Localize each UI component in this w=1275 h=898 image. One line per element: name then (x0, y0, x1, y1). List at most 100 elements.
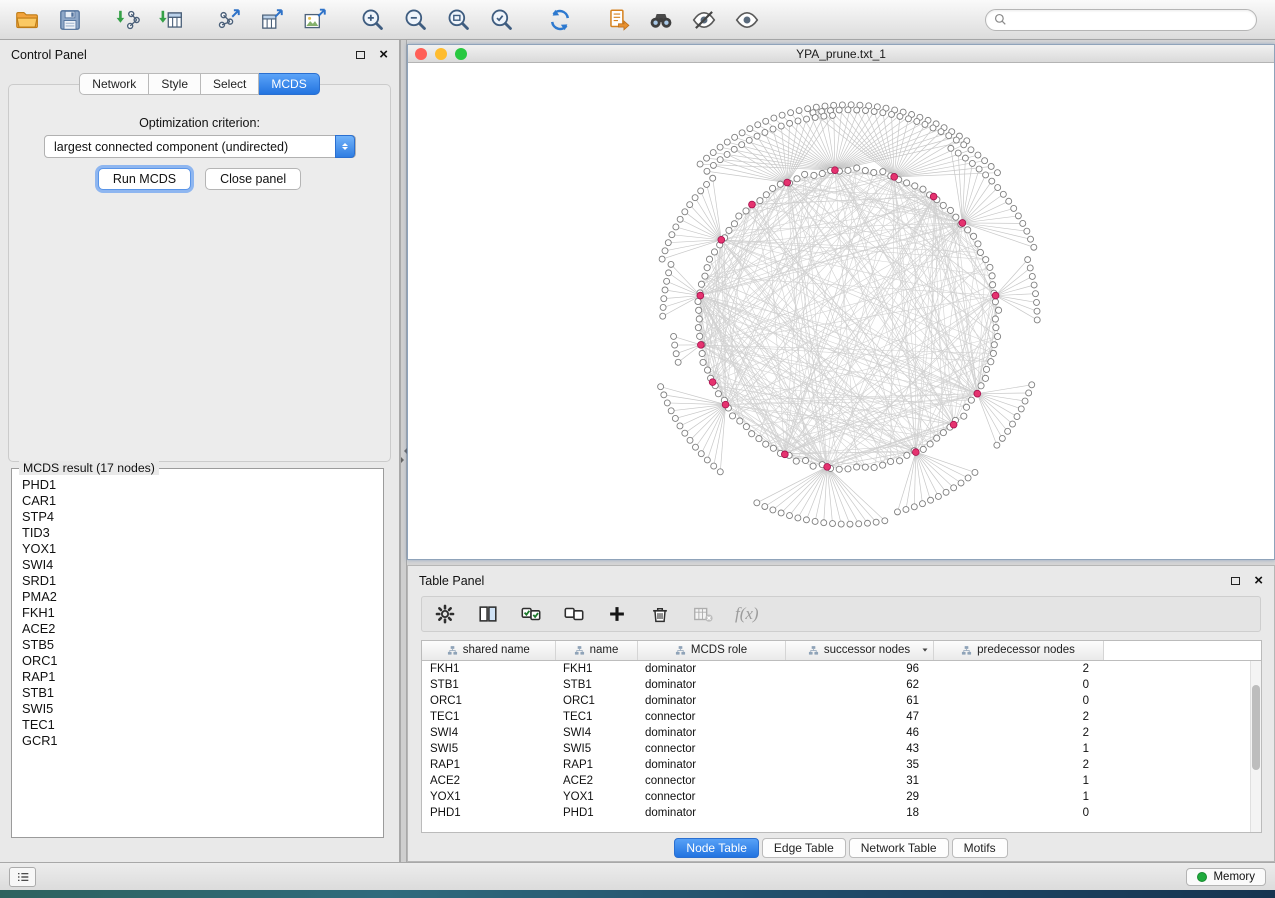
table-cell: connector (637, 741, 785, 757)
deselect-all-button[interactable] (561, 601, 587, 627)
table-cell: ORC1 (555, 693, 637, 709)
table-row[interactable]: TEC1TEC1connector472 (422, 709, 1261, 725)
hide-elements-button[interactable] (687, 5, 721, 35)
control-panel-tabs: NetworkStyleSelectMCDS (0, 73, 399, 95)
table-row[interactable]: SWI5SWI5connector431 (422, 741, 1261, 757)
mcds-result-item[interactable]: PHD1 (22, 477, 383, 493)
tab-select[interactable]: Select (201, 73, 259, 95)
show-elements-button[interactable] (730, 5, 764, 35)
table-cell: FKH1 (422, 660, 555, 677)
save-session-button[interactable] (53, 5, 87, 35)
float-table-panel-icon[interactable] (1231, 577, 1240, 585)
mcds-result-item[interactable]: SWI5 (22, 701, 383, 717)
control-panel-title: Control Panel (11, 48, 87, 62)
scrollbar-thumb[interactable] (1252, 685, 1260, 771)
column-header-name[interactable]: name (555, 641, 637, 660)
export-table-button[interactable] (255, 5, 289, 35)
delete-table-button[interactable] (690, 601, 716, 627)
tab-style[interactable]: Style (149, 73, 201, 95)
tab-node-table[interactable]: Node Table (674, 838, 759, 858)
mcds-result-item[interactable]: TEC1 (22, 717, 383, 733)
status-menu-button[interactable] (9, 867, 36, 887)
mcds-result-item[interactable]: ACE2 (22, 621, 383, 637)
column-header-MCDS-role[interactable]: MCDS role (637, 641, 785, 660)
import-table-from-file-button[interactable] (154, 5, 188, 35)
table-cell: 29 (785, 789, 933, 805)
mcds-result-item[interactable]: STB1 (22, 685, 383, 701)
mcds-result-item[interactable]: FKH1 (22, 605, 383, 621)
mcds-result-item[interactable]: RAP1 (22, 669, 383, 685)
zoom-selected-button[interactable] (485, 5, 519, 35)
panel-splitter[interactable] (400, 40, 407, 862)
mcds-result-box: MCDS result (17 nodes) PHD1CAR1STP4TID3Y… (11, 468, 384, 838)
toolbar-group (543, 5, 577, 35)
tab-motifs[interactable]: Motifs (952, 838, 1008, 858)
delete-column-button[interactable] (647, 601, 673, 627)
mcds-result-item[interactable]: TID3 (22, 525, 383, 541)
table-row[interactable]: ACE2ACE2connector311 (422, 773, 1261, 789)
table-row[interactable]: YOX1YOX1connector291 (422, 789, 1261, 805)
table-row[interactable]: STB1STB1dominator620 (422, 677, 1261, 693)
tab-mcds[interactable]: MCDS (259, 73, 319, 95)
float-panel-icon[interactable] (356, 51, 365, 59)
optimization-criterion-select[interactable]: largest connected component (undirected) (44, 135, 356, 158)
network-canvas[interactable] (408, 64, 1274, 559)
tab-network[interactable]: Network (79, 73, 149, 95)
zoom-in-button[interactable] (356, 5, 390, 35)
zoom-out-button[interactable] (399, 5, 433, 35)
column-header-predecessor-nodes[interactable]: predecessor nodes (933, 641, 1103, 660)
close-panel-button[interactable]: Close panel (205, 168, 301, 190)
open-session-button[interactable] (10, 5, 44, 35)
copy-document-button[interactable] (601, 5, 635, 35)
refresh-view-button[interactable] (543, 5, 577, 35)
table-row[interactable]: PHD1PHD1dominator180 (422, 805, 1261, 821)
node-table: shared namenameMCDS rolesuccessor nodesp… (421, 640, 1262, 833)
search-input[interactable] (1012, 13, 1248, 27)
import-network-from-file-button[interactable] (111, 5, 145, 35)
mcds-result-item[interactable]: YOX1 (22, 541, 383, 557)
collapse-left-icon (401, 448, 407, 454)
run-mcds-button[interactable]: Run MCDS (98, 168, 191, 190)
search-network-button[interactable] (644, 5, 678, 35)
zoom-fit-content-button[interactable] (442, 5, 476, 35)
mcds-result-item[interactable]: SWI4 (22, 557, 383, 573)
show-columns-button[interactable] (475, 601, 501, 627)
table-cell-filler (1103, 757, 1261, 773)
tab-network-table[interactable]: Network Table (849, 838, 949, 858)
select-all-button[interactable] (518, 601, 544, 627)
new-column-button[interactable] (604, 601, 630, 627)
mcds-result-item[interactable]: CAR1 (22, 493, 383, 509)
column-header-shared-name[interactable]: shared name (422, 641, 555, 660)
zoom-out-icon (403, 7, 429, 33)
table-row[interactable]: FKH1FKH1dominator962 (422, 660, 1261, 677)
mcds-result-item[interactable]: STP4 (22, 509, 383, 525)
table-panel: Table Panel × f(x) shared namenameMCDS r… (407, 565, 1275, 862)
column-header-successor-nodes[interactable]: successor nodes (785, 641, 933, 660)
mcds-result-item[interactable]: STB5 (22, 637, 383, 653)
table-cell: 1 (933, 773, 1103, 789)
table-row[interactable]: SWI4SWI4dominator462 (422, 725, 1261, 741)
function-builder-button[interactable]: f(x) (733, 604, 761, 624)
splitter-collapse-handle[interactable] (401, 448, 406, 463)
tab-edge-table[interactable]: Edge Table (762, 838, 846, 858)
table-row[interactable]: RAP1RAP1dominator352 (422, 757, 1261, 773)
mcds-result-item[interactable]: SRD1 (22, 573, 383, 589)
close-table-panel-icon[interactable]: × (1254, 575, 1263, 587)
mcds-result-item[interactable]: GCR1 (22, 733, 383, 749)
mcds-result-item[interactable]: ORC1 (22, 653, 383, 669)
network-window-titlebar[interactable]: YPA_prune.txt_1 (408, 45, 1274, 63)
table-row[interactable]: ORC1ORC1dominator610 (422, 693, 1261, 709)
table-mode-button[interactable] (432, 601, 458, 627)
mcds-result-item[interactable]: PMA2 (22, 589, 383, 605)
table-cell: STB1 (422, 677, 555, 693)
export-image-button[interactable] (298, 5, 332, 35)
memory-button[interactable]: Memory (1186, 868, 1266, 886)
toolbar-group (601, 5, 764, 35)
save-session-icon (57, 7, 83, 33)
export-network-button[interactable] (212, 5, 246, 35)
close-panel-icon[interactable]: × (379, 49, 388, 61)
control-panel-header: Control Panel × (0, 40, 399, 70)
delete-table-icon (692, 603, 714, 625)
table-scrollbar[interactable] (1250, 661, 1261, 832)
table-cell: 43 (785, 741, 933, 757)
